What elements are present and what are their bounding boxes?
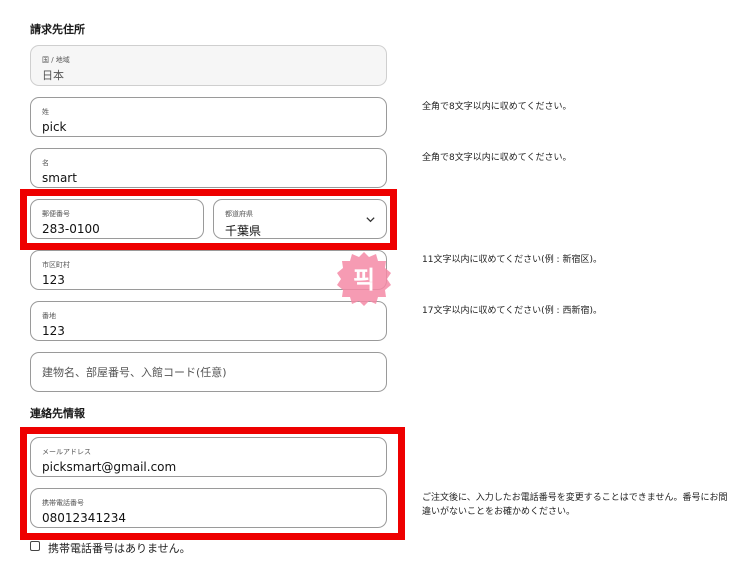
mobile-hint-line2: 違いがないことをお確かめください。 bbox=[422, 507, 576, 517]
no-mobile-label: 携帯電話番号はありません。 bbox=[48, 542, 191, 555]
last-name-hint: 全角で8文字以内に収めてください。 bbox=[422, 102, 572, 112]
contact-heading: 連絡先情報 bbox=[30, 407, 85, 420]
country-select[interactable]: 国 / 地域 日本 bbox=[30, 45, 387, 86]
no-mobile-checkbox[interactable] bbox=[30, 541, 40, 551]
highlight-contact-info bbox=[20, 427, 405, 540]
last-name-label: 姓 bbox=[42, 108, 49, 116]
first-name-label: 名 bbox=[42, 159, 49, 167]
building-placeholder: 建物名、部屋番号、入館コード(任意) bbox=[42, 366, 227, 379]
billing-heading: 請求先住所 bbox=[30, 23, 85, 36]
last-name-field[interactable]: 姓 pick bbox=[30, 97, 387, 137]
first-name-hint: 全角で8文字以内に収めてください。 bbox=[422, 153, 572, 163]
highlight-postal-prefecture bbox=[20, 189, 397, 250]
address-field[interactable]: 番地 123 bbox=[30, 301, 387, 341]
city-value: 123 bbox=[42, 273, 65, 287]
address-label: 番地 bbox=[42, 312, 56, 320]
first-name-value: smart bbox=[42, 171, 77, 185]
city-field[interactable]: 市区町村 123 bbox=[30, 250, 387, 290]
country-value: 日本 bbox=[42, 69, 64, 82]
building-field[interactable]: 建物名、部屋番号、入館コード(任意) bbox=[30, 352, 387, 392]
address-value: 123 bbox=[42, 324, 65, 338]
watermark-stamp-icon: 픽 bbox=[337, 252, 391, 306]
last-name-value: pick bbox=[42, 120, 67, 134]
first-name-field[interactable]: 名 smart bbox=[30, 148, 387, 188]
city-hint: 11文字以内に収めてください(例 : 新宿区)。 bbox=[422, 255, 602, 265]
mobile-hint-line1: ご注文後に、入力したお電話番号を変更することはできません。番号にお間 bbox=[422, 493, 728, 503]
country-label: 国 / 地域 bbox=[42, 56, 70, 64]
mobile-hint: ご注文後に、入力したお電話番号を変更することはできません。番号にお間 違いがない… bbox=[422, 491, 727, 519]
watermark-text: 픽 bbox=[353, 266, 375, 294]
address-hint: 17文字以内に収めてください(例 : 西新宿)。 bbox=[422, 306, 602, 316]
city-label: 市区町村 bbox=[42, 261, 70, 269]
